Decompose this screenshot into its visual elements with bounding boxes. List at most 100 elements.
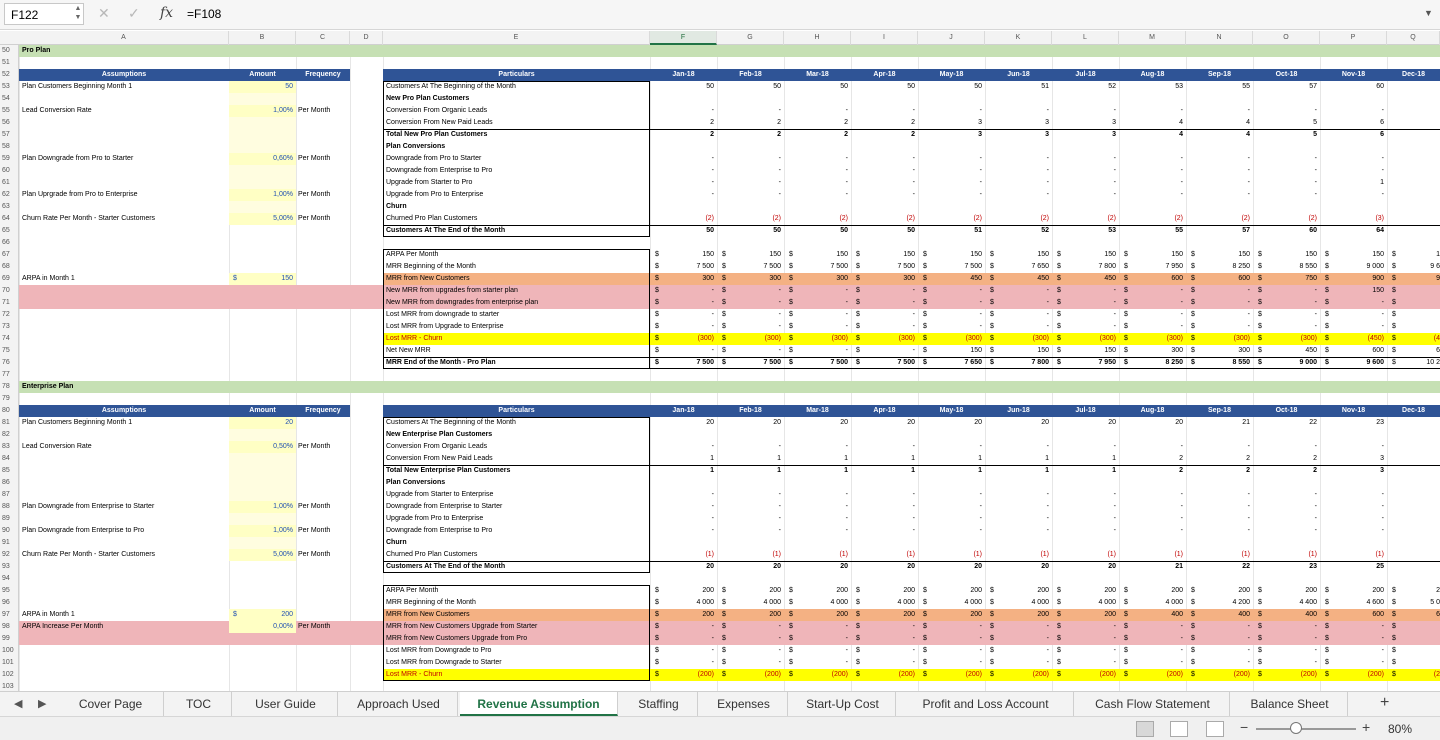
row-header[interactable]: 52 (0, 69, 19, 81)
column-header-b[interactable]: B (229, 31, 296, 45)
row-header[interactable]: 87 (0, 489, 19, 501)
fx-icon[interactable]: fx (160, 5, 173, 21)
assumption-amount[interactable]: 0,60% (229, 153, 293, 165)
row-header[interactable]: 84 (0, 453, 19, 465)
page-layout-view-icon[interactable] (1170, 721, 1188, 737)
add-sheet-button[interactable]: + (1380, 694, 1389, 712)
row-header[interactable]: 58 (0, 141, 19, 153)
row-header[interactable]: 94 (0, 573, 19, 585)
column-header-l[interactable]: L (1052, 31, 1119, 45)
row-header[interactable]: 91 (0, 537, 19, 549)
row-header[interactable]: 93 (0, 561, 19, 573)
row-header[interactable]: 78 (0, 381, 19, 393)
row-header[interactable]: 85 (0, 465, 19, 477)
assumption-amount[interactable]: 1,00% (229, 105, 293, 117)
row-header[interactable]: 59 (0, 153, 19, 165)
row-header[interactable]: 74 (0, 333, 19, 345)
column-header-i[interactable]: I (851, 31, 918, 45)
column-header-c[interactable]: C (296, 31, 350, 45)
assumption-amount[interactable]: 5,00% (229, 213, 293, 225)
tab-balance-sheet[interactable]: Balance Sheet (1232, 692, 1348, 716)
arpa-increase-amount[interactable]: 0,00% (229, 621, 293, 633)
spreadsheet-grid[interactable]: ABCDEFGHIJKLMNOPQ 50 51 52 53 54 55 56 57 58 59 60… (0, 31, 1440, 691)
row-header[interactable]: 81 (0, 417, 19, 429)
row-header[interactable]: 83 (0, 441, 19, 453)
assumption-amount[interactable]: 50 (229, 81, 293, 93)
row-header[interactable]: 70 (0, 285, 19, 297)
tab-cash-flow-statement[interactable]: Cash Flow Statement (1076, 692, 1230, 716)
column-header-e[interactable]: E (383, 31, 650, 45)
row-header[interactable]: 54 (0, 93, 19, 105)
row-header[interactable]: 88 (0, 501, 19, 513)
column-header-d[interactable]: D (350, 31, 383, 45)
row-header[interactable]: 86 (0, 477, 19, 489)
row-header[interactable]: 90 (0, 525, 19, 537)
tab-expenses[interactable]: Expenses (700, 692, 788, 716)
row-header[interactable]: 61 (0, 177, 19, 189)
row-header[interactable]: 65 (0, 225, 19, 237)
row-header[interactable]: 76 (0, 357, 19, 369)
tab-toc[interactable]: TOC (166, 692, 232, 716)
row-header[interactable]: 97 (0, 609, 19, 621)
page-break-view-icon[interactable] (1206, 721, 1224, 737)
row-header[interactable]: 73 (0, 321, 19, 333)
assumption-amount[interactable]: 20 (229, 417, 293, 429)
tab-revenue-assumption[interactable]: Revenue Assumption (460, 692, 618, 716)
zoom-slider[interactable] (1256, 728, 1356, 730)
column-header-n[interactable]: N (1186, 31, 1253, 45)
row-header[interactable]: 57 (0, 129, 19, 141)
column-header-m[interactable]: M (1119, 31, 1186, 45)
row-header[interactable]: 62 (0, 189, 19, 201)
tab-approach-used[interactable]: Approach Used (340, 692, 458, 716)
column-header-j[interactable]: J (918, 31, 985, 45)
column-header-g[interactable]: G (717, 31, 784, 45)
row-header[interactable]: 89 (0, 513, 19, 525)
tab-start-up-cost[interactable]: Start-Up Cost (790, 692, 896, 716)
row-header[interactable]: 69 (0, 273, 19, 285)
assumption-amount[interactable]: 1,00% (229, 189, 293, 201)
row-header[interactable]: 98 (0, 621, 19, 633)
column-header-f[interactable]: F (650, 31, 717, 45)
row-header[interactable]: 53 (0, 81, 19, 93)
tab-user-guide[interactable]: User Guide (234, 692, 338, 716)
row-header[interactable]: 102 (0, 669, 19, 681)
tab-cover-page[interactable]: Cover Page (58, 692, 164, 716)
row-header[interactable]: 51 (0, 57, 19, 69)
cancel-icon[interactable]: ✕ (98, 5, 110, 22)
zoom-in-button[interactable]: + (1362, 719, 1370, 735)
row-header[interactable]: 92 (0, 549, 19, 561)
row-header[interactable]: 64 (0, 213, 19, 225)
row-header[interactable]: 71 (0, 297, 19, 309)
expand-formula-icon[interactable]: ▼ (1424, 8, 1433, 18)
row-header[interactable]: 77 (0, 369, 19, 381)
row-header[interactable]: 75 (0, 345, 19, 357)
row-header[interactable]: 55 (0, 105, 19, 117)
arpa-amount[interactable]: 200 (229, 609, 293, 621)
assumption-amount[interactable]: 1,00% (229, 501, 293, 513)
zoom-out-button[interactable]: − (1240, 719, 1248, 735)
tab-staffing[interactable]: Staffing (620, 692, 698, 716)
name-box-stepper-icon[interactable]: ▲ ▼ (72, 4, 84, 24)
row-header[interactable]: 50 (0, 45, 19, 57)
row-header[interactable]: 79 (0, 393, 19, 405)
row-header[interactable]: 103 (0, 681, 19, 691)
column-header-q[interactable]: Q (1387, 31, 1440, 45)
column-header-p[interactable]: P (1320, 31, 1387, 45)
column-header-h[interactable]: H (784, 31, 851, 45)
assumption-amount[interactable]: 0,50% (229, 441, 293, 453)
row-header[interactable]: 63 (0, 201, 19, 213)
row-header[interactable]: 96 (0, 597, 19, 609)
column-header-k[interactable]: K (985, 31, 1052, 45)
zoom-level[interactable]: 80% (1388, 722, 1412, 736)
row-header[interactable]: 82 (0, 429, 19, 441)
column-header-a[interactable]: A (19, 31, 229, 45)
prev-sheet-icon[interactable]: ◀ (14, 697, 22, 710)
row-header[interactable]: 100 (0, 645, 19, 657)
row-header[interactable]: 72 (0, 309, 19, 321)
normal-view-icon[interactable] (1136, 721, 1154, 737)
row-header[interactable]: 56 (0, 117, 19, 129)
row-header[interactable]: 67 (0, 249, 19, 261)
row-header[interactable]: 99 (0, 633, 19, 645)
row-header[interactable]: 95 (0, 585, 19, 597)
assumption-amount[interactable]: 5,00% (229, 549, 293, 561)
